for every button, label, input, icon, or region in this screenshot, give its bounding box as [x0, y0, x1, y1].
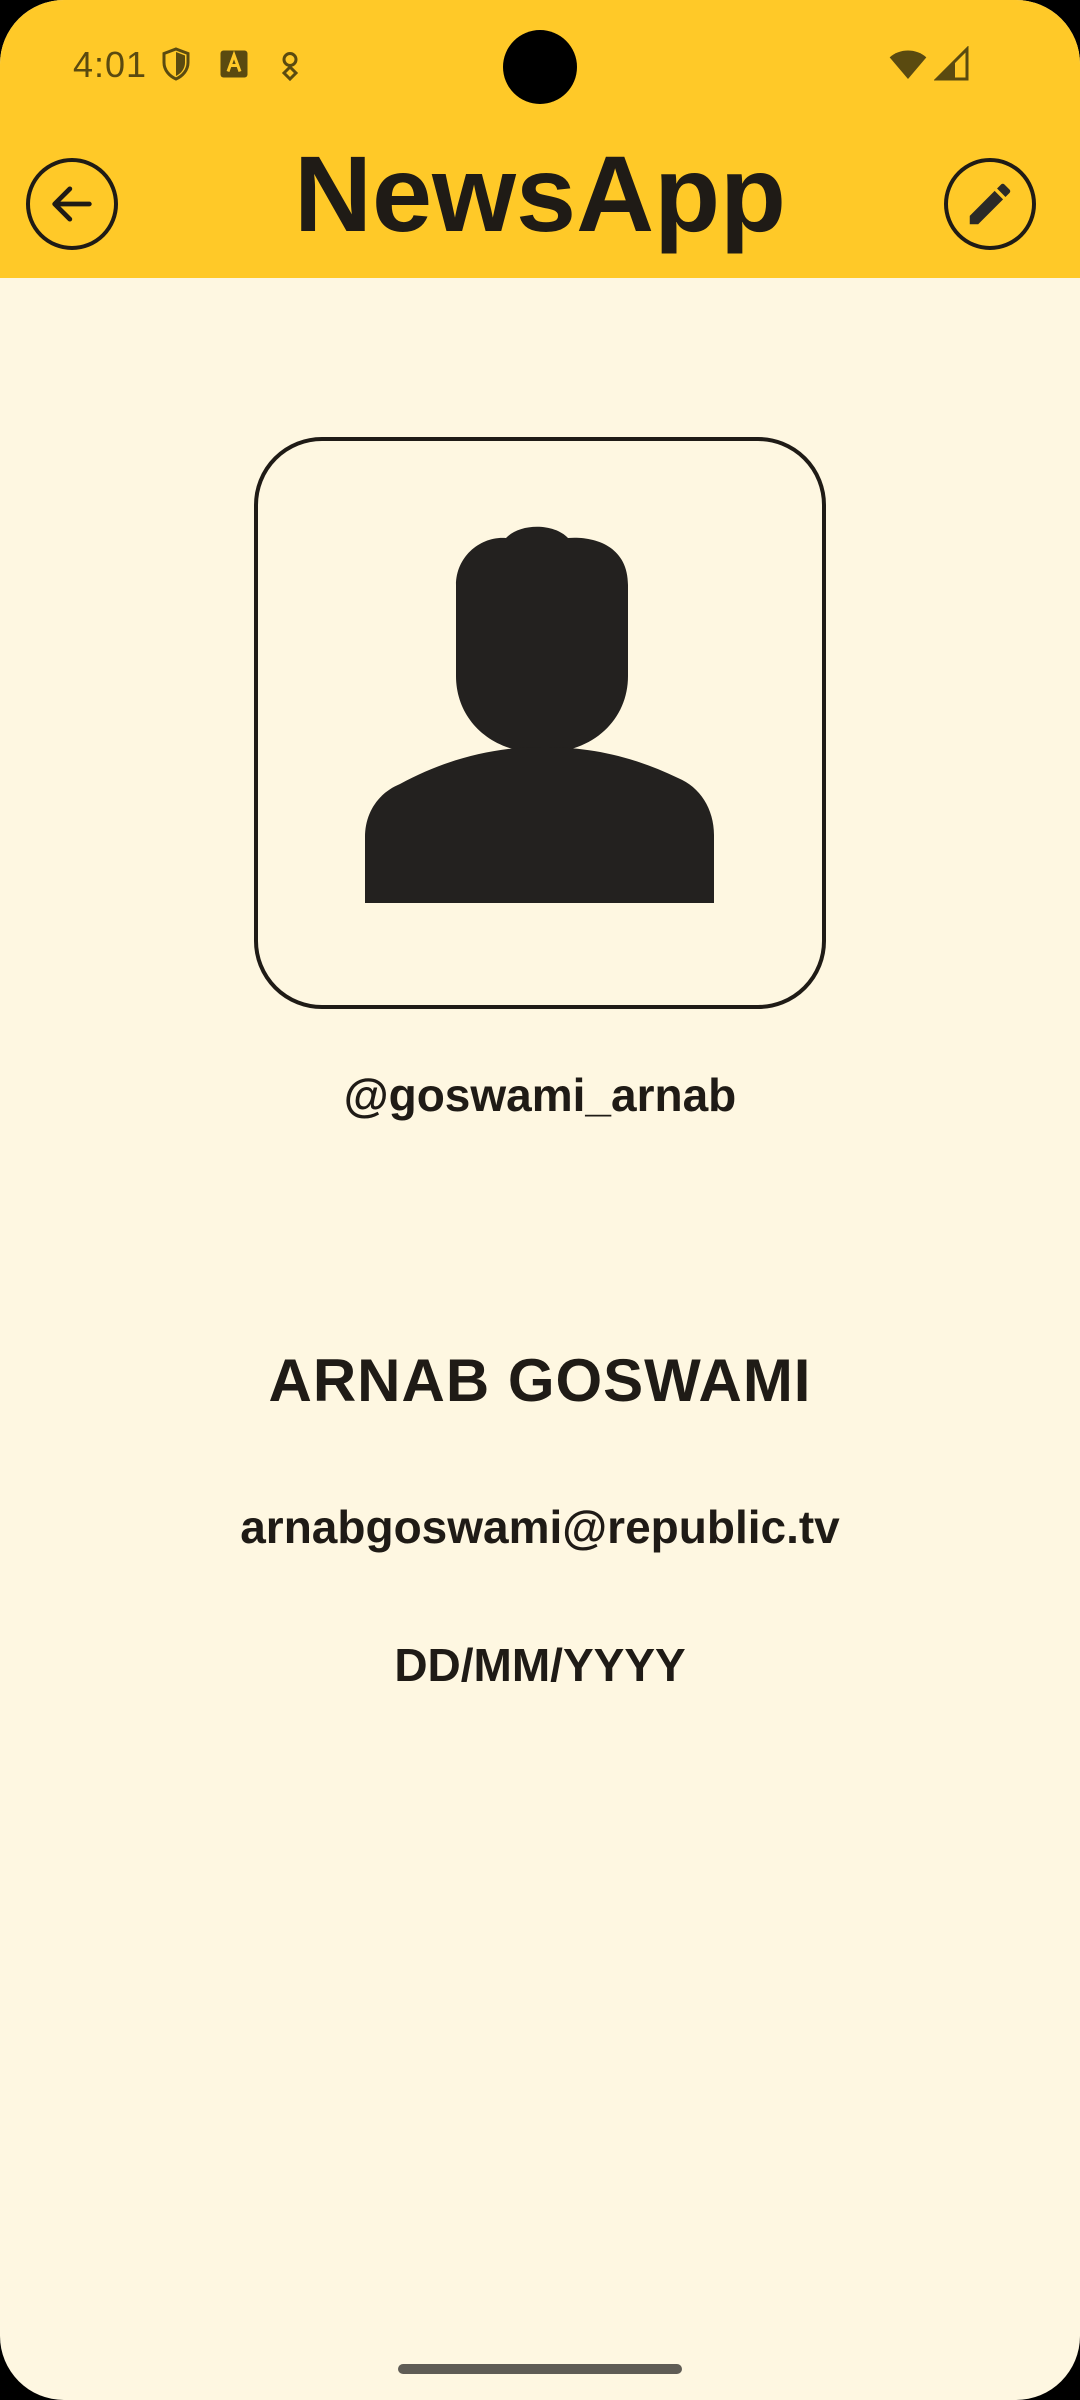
profile-screen: 4:01 NewsApp @goswami_arnab ARNAB GOSWAM…: [0, 0, 1080, 2400]
person-icon: [365, 526, 714, 903]
profile-avatar[interactable]: [254, 437, 826, 1009]
text-a-icon: [220, 50, 248, 78]
front-camera: [503, 30, 577, 104]
signal-icon: [934, 46, 969, 81]
status-time: 4:01: [73, 44, 148, 85]
date-of-birth: DD/MM/YYYY: [394, 1639, 686, 1691]
location-pin-icon: [281, 52, 299, 82]
full-name: ARNAB GOSWAMI: [268, 1347, 812, 1414]
edit-button[interactable]: [944, 158, 1036, 250]
app-title: NewsApp: [293, 133, 787, 254]
pencil-icon: [969, 183, 1011, 225]
shield-icon: [162, 47, 190, 81]
home-indicator[interactable]: [398, 2364, 682, 2374]
username: @goswami_arnab: [343, 1069, 737, 1121]
app-bar: 4:01 NewsApp: [0, 0, 1080, 278]
wifi-icon: [889, 50, 927, 79]
email: arnabgoswami@republic.tv: [240, 1501, 840, 1553]
